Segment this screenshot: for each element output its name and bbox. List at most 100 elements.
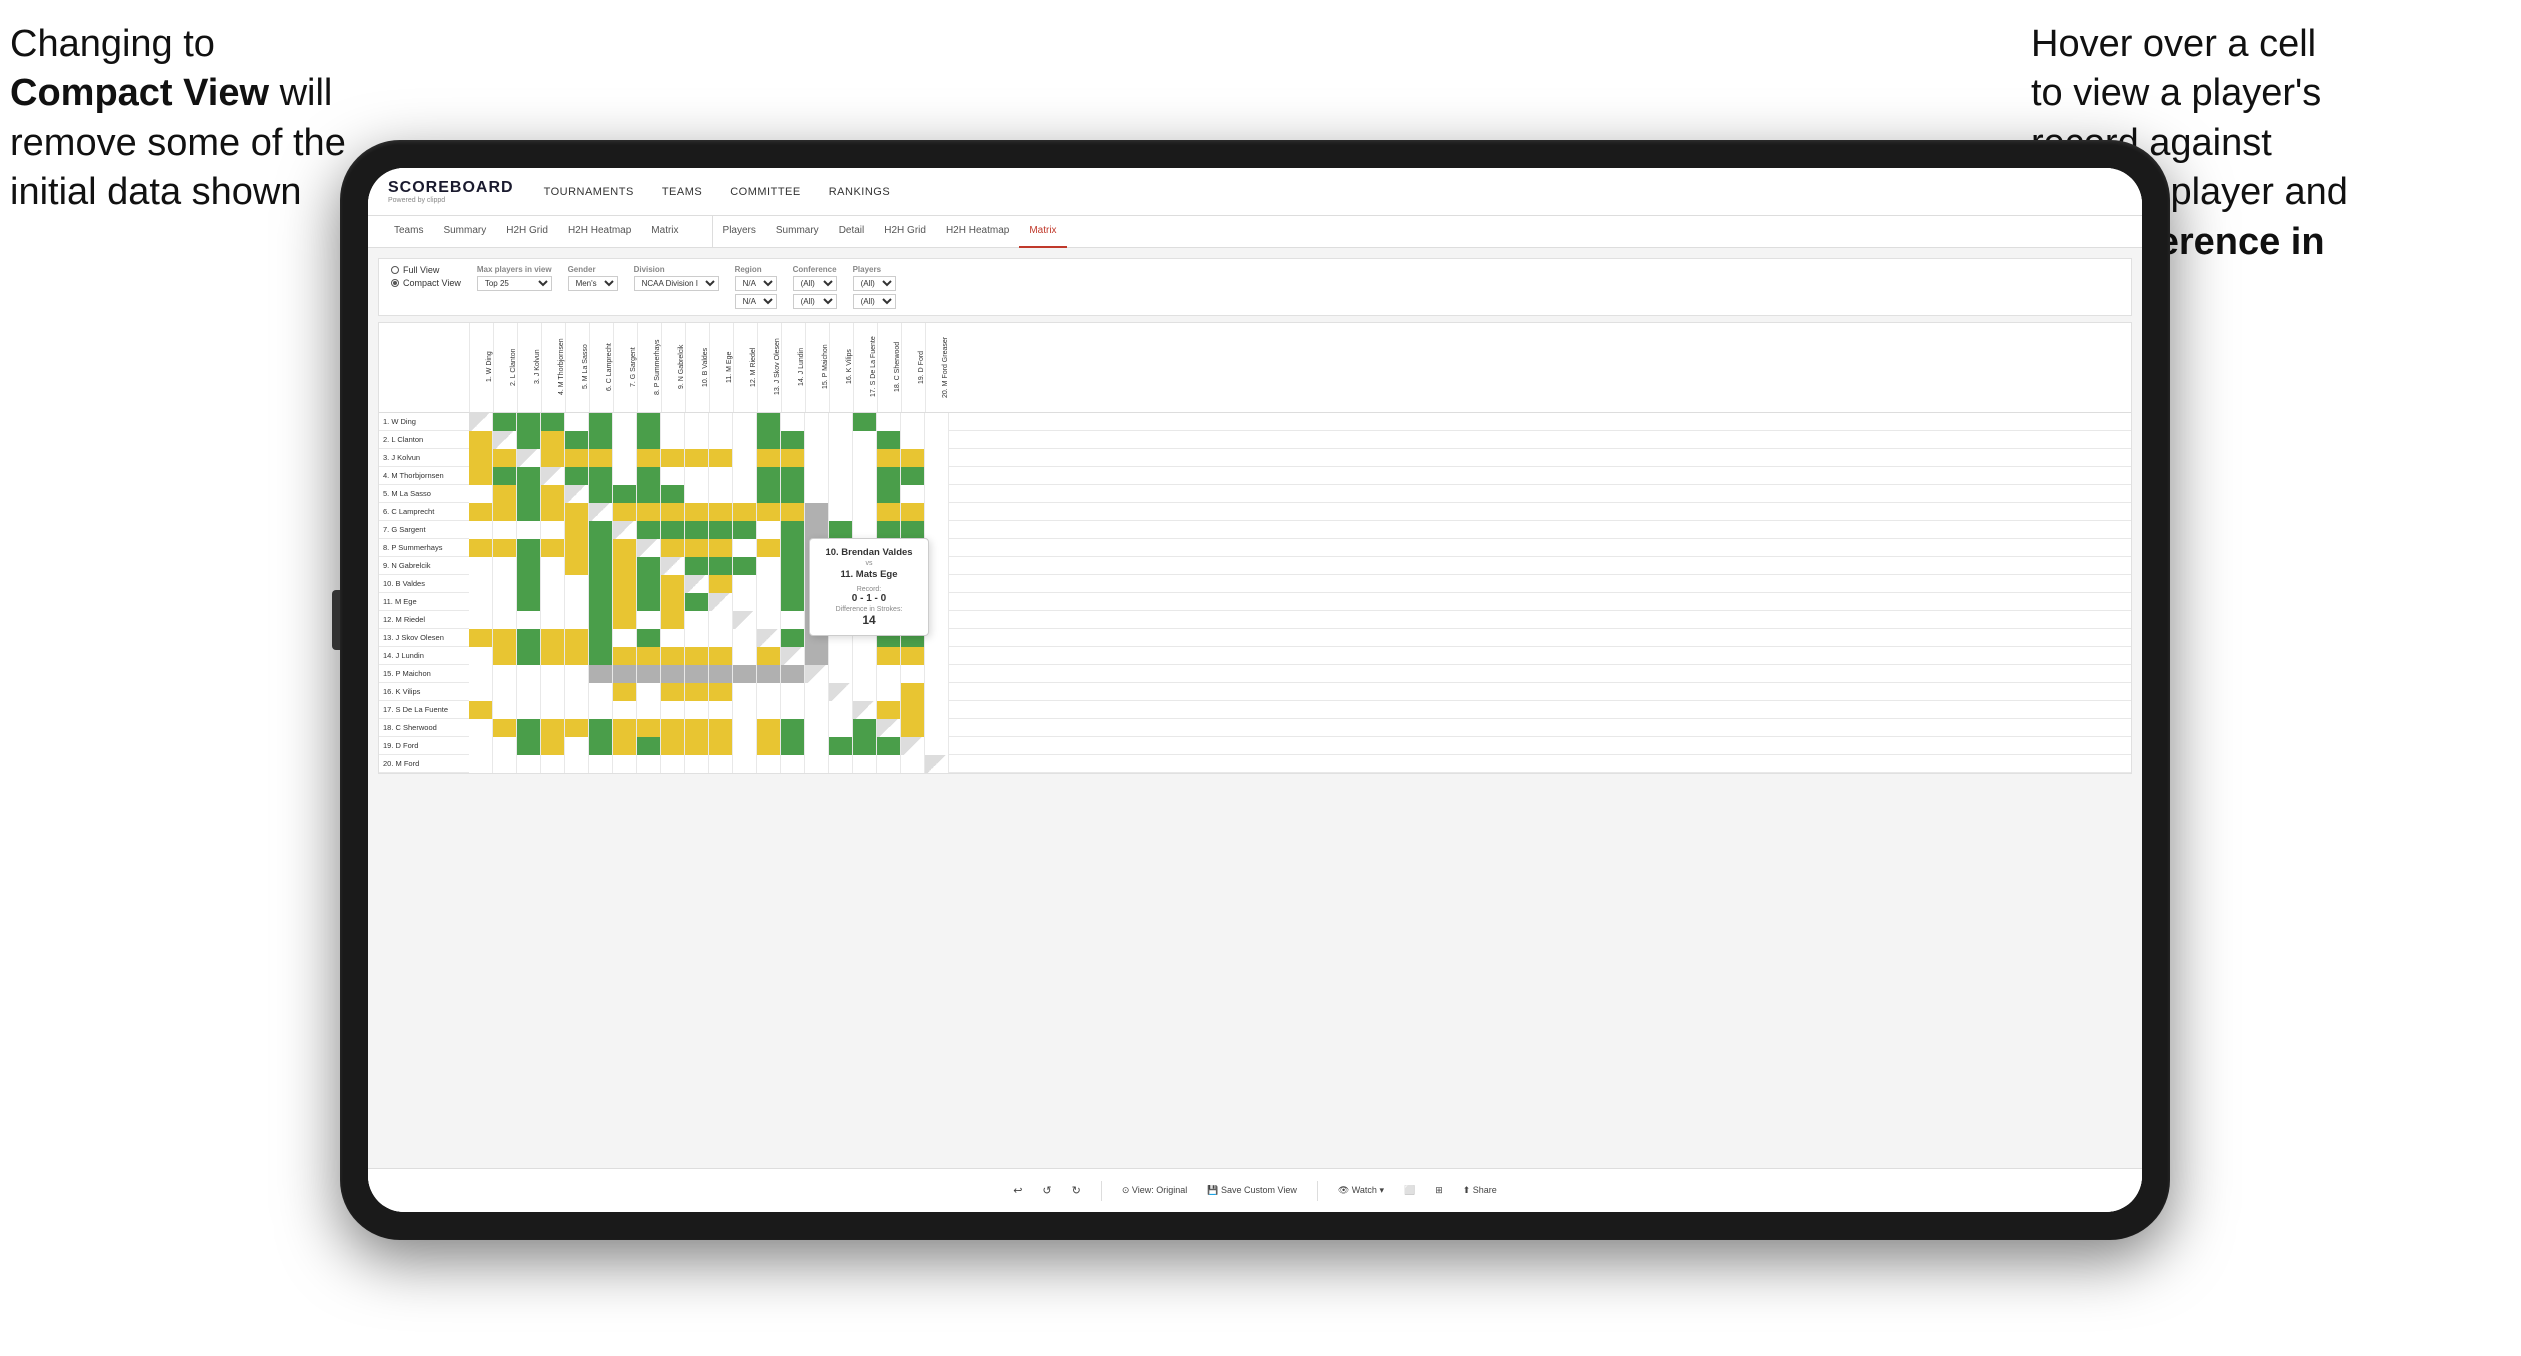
matrix-cell[interactable] [709,503,733,521]
matrix-cell[interactable] [589,737,613,755]
matrix-cell[interactable] [493,737,517,755]
matrix-cell[interactable] [805,521,829,539]
matrix-cell[interactable] [853,449,877,467]
matrix-cell[interactable] [637,485,661,503]
matrix-cell[interactable] [805,665,829,683]
matrix-cell[interactable] [901,755,925,773]
matrix-cell[interactable] [685,413,709,431]
matrix-cell[interactable] [781,611,805,629]
matrix-cell[interactable] [829,701,853,719]
matrix-cell[interactable] [517,701,541,719]
matrix-cell[interactable] [589,611,613,629]
matrix-cell[interactable] [781,719,805,737]
matrix-cell[interactable] [613,575,637,593]
matrix-cell[interactable] [637,755,661,773]
matrix-cell[interactable] [757,485,781,503]
matrix-cell[interactable] [709,629,733,647]
matrix-cell[interactable] [709,413,733,431]
matrix-cell[interactable] [589,521,613,539]
matrix-cell[interactable] [589,557,613,575]
matrix-cell[interactable] [517,521,541,539]
matrix-cell[interactable] [685,485,709,503]
matrix-cell[interactable] [781,737,805,755]
matrix-cell[interactable] [469,467,493,485]
matrix-cell[interactable] [469,701,493,719]
matrix-cell[interactable] [589,413,613,431]
matrix-cell[interactable] [613,611,637,629]
matrix-cell[interactable] [469,755,493,773]
matrix-cell[interactable] [517,611,541,629]
matrix-cell[interactable] [901,665,925,683]
matrix-cell[interactable] [805,737,829,755]
matrix-cell[interactable] [925,431,949,449]
matrix-cell[interactable] [565,755,589,773]
matrix-cell[interactable] [877,431,901,449]
matrix-cell[interactable] [469,647,493,665]
matrix-cell[interactable] [541,485,565,503]
matrix-cell[interactable] [517,665,541,683]
matrix-cell[interactable] [733,611,757,629]
matrix-cell[interactable] [469,719,493,737]
matrix-cell[interactable] [685,611,709,629]
matrix-cell[interactable] [541,521,565,539]
matrix-cell[interactable] [565,683,589,701]
matrix-cell[interactable] [853,431,877,449]
matrix-cell[interactable] [541,503,565,521]
matrix-cell[interactable] [781,647,805,665]
matrix-cell[interactable] [589,539,613,557]
matrix-cell[interactable] [805,755,829,773]
matrix-cell[interactable] [853,413,877,431]
matrix-cell[interactable] [469,449,493,467]
matrix-cell[interactable] [493,503,517,521]
matrix-cell[interactable] [589,467,613,485]
matrix-cell[interactable] [829,503,853,521]
matrix-cell[interactable] [685,575,709,593]
matrix-cell[interactable] [565,611,589,629]
matrix-cell[interactable] [781,683,805,701]
matrix-cell[interactable] [541,755,565,773]
matrix-cell[interactable] [733,719,757,737]
matrix-cell[interactable] [757,413,781,431]
matrix-cell[interactable] [493,755,517,773]
matrix-cell[interactable] [613,701,637,719]
matrix-cell[interactable] [733,683,757,701]
full-view-option[interactable]: Full View [391,265,461,275]
matrix-cell[interactable] [877,449,901,467]
matrix-cell[interactable] [685,755,709,773]
matrix-cell[interactable] [661,755,685,773]
matrix-cell[interactable] [757,683,781,701]
matrix-cell[interactable] [685,629,709,647]
matrix-cell[interactable] [589,449,613,467]
matrix-cell[interactable] [829,647,853,665]
matrix-cell[interactable] [565,665,589,683]
matrix-cell[interactable] [613,503,637,521]
matrix-cell[interactable] [781,467,805,485]
matrix-cell[interactable] [685,431,709,449]
matrix-cell[interactable] [637,737,661,755]
matrix-cell[interactable] [781,521,805,539]
matrix-cell[interactable] [493,719,517,737]
reset-button[interactable]: ↻ [1072,1184,1081,1197]
matrix-cell[interactable] [709,449,733,467]
matrix-cell[interactable] [901,719,925,737]
matrix-cell[interactable] [829,449,853,467]
matrix-cell[interactable] [709,575,733,593]
conference-select2[interactable]: (All) [793,294,837,309]
matrix-cell[interactable] [877,665,901,683]
matrix-cell[interactable] [469,737,493,755]
matrix-cell[interactable] [637,575,661,593]
matrix-cell[interactable] [829,467,853,485]
matrix-cell[interactable] [637,413,661,431]
matrix-cell[interactable] [901,521,925,539]
matrix-cell[interactable] [757,521,781,539]
tab-summary[interactable]: Summary [433,216,496,248]
matrix-cell[interactable] [469,575,493,593]
matrix-cell[interactable] [709,431,733,449]
matrix-cell[interactable] [829,755,853,773]
matrix-cell[interactable] [757,647,781,665]
matrix-cell[interactable] [853,737,877,755]
matrix-cell[interactable] [517,647,541,665]
region-select2[interactable]: N/A [735,294,777,309]
matrix-cell[interactable] [541,683,565,701]
matrix-cell[interactable] [901,647,925,665]
